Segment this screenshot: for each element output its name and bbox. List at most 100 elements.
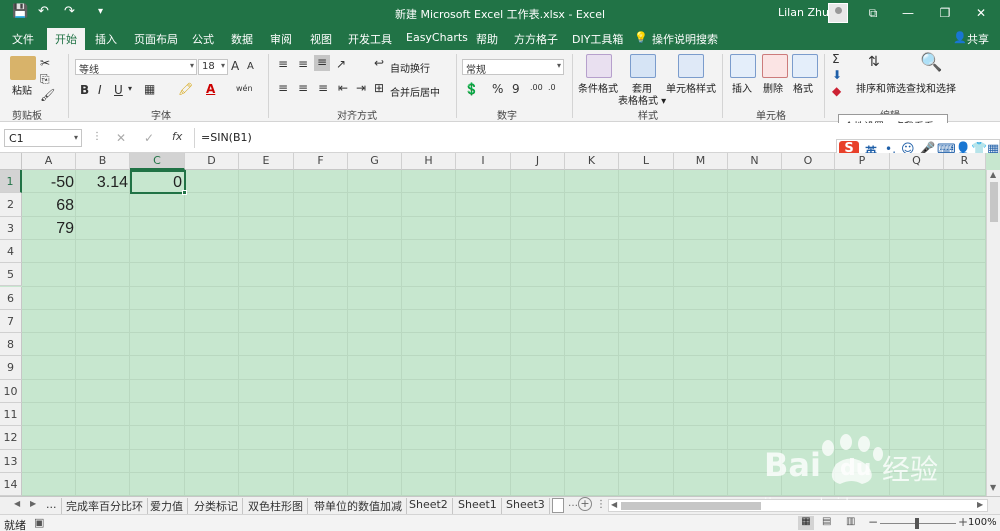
sheet-tab[interactable]: 完成率百分比环	[62, 498, 148, 514]
tab-formulas[interactable]: 公式	[192, 31, 214, 47]
merge-center-icon[interactable]: ⊞	[374, 81, 384, 95]
accounting-icon[interactable]: 💲	[464, 82, 479, 96]
page-break-view-icon[interactable]: ▥	[846, 516, 855, 527]
tab-fangfang[interactable]: 方方格子	[514, 31, 558, 47]
cell-a2[interactable]: 68	[22, 197, 74, 215]
row-header[interactable]: 7	[0, 309, 22, 334]
restore-button[interactable]: ❐	[934, 3, 956, 23]
find-select-icon[interactable]: 🔍	[920, 52, 942, 73]
conditional-format-icon[interactable]	[586, 54, 612, 78]
format-as-table-icon[interactable]	[630, 54, 656, 78]
tab-help[interactable]: 帮助	[476, 31, 498, 47]
column-header[interactable]: B	[76, 153, 130, 170]
row-header[interactable]: 8	[0, 333, 22, 357]
sort-filter-button[interactable]: 排序和筛选	[856, 80, 906, 95]
column-header[interactable]: P	[835, 153, 890, 170]
insert-cells-button[interactable]: 插入	[732, 80, 752, 95]
decrease-decimal-icon[interactable]: .0	[548, 83, 556, 92]
row-header[interactable]: 9	[0, 356, 22, 380]
page-layout-view-icon[interactable]: ▤	[822, 516, 831, 527]
new-sheet-icon[interactable]: +	[578, 497, 592, 511]
row-header[interactable]: 14	[0, 472, 22, 496]
tab-insert[interactable]: 插入	[95, 31, 117, 47]
column-header[interactable]: L	[619, 153, 674, 170]
wrap-text-icon[interactable]: ↩	[374, 56, 384, 70]
column-header[interactable]: H	[402, 153, 456, 170]
insert-cells-icon[interactable]	[730, 54, 756, 78]
column-header[interactable]: N	[728, 153, 782, 170]
borders-icon[interactable]: ▦	[144, 82, 155, 96]
user-name[interactable]: Lilan Zhu	[778, 6, 829, 19]
wrap-text-button[interactable]: 自动换行	[390, 60, 430, 75]
sheet-tab[interactable]: 爱力值	[146, 498, 188, 514]
sheet-tab[interactable]: 分类标记	[190, 498, 243, 514]
number-format-combo[interactable]: 常规 ▾	[462, 59, 564, 75]
align-right-icon[interactable]: ≡	[318, 81, 328, 95]
share-icon[interactable]: 👤	[953, 31, 967, 44]
row-header[interactable]: 10	[0, 379, 22, 403]
zoom-level[interactable]: 100%	[968, 517, 997, 528]
align-top-icon[interactable]: ≡	[278, 57, 288, 71]
column-header[interactable]: F	[294, 153, 348, 170]
tab-review[interactable]: 审阅	[270, 31, 292, 47]
font-name-combo[interactable]: 等线 ▾	[75, 59, 197, 75]
avatar[interactable]	[828, 3, 848, 23]
sheet-tab[interactable]: Sheet2	[405, 498, 453, 514]
column-header[interactable]: M	[674, 153, 728, 170]
paste-button[interactable]: 粘贴	[12, 82, 32, 97]
format-cells-button[interactable]: 格式	[793, 80, 813, 95]
row-header[interactable]: 6	[0, 286, 22, 310]
merge-center-button[interactable]: 合并后居中	[390, 84, 440, 99]
align-middle-icon[interactable]: ≡	[298, 57, 308, 71]
italic-button[interactable]: I	[98, 83, 102, 97]
font-color-icon[interactable]: A	[206, 82, 215, 96]
fill-handle[interactable]	[182, 190, 187, 195]
phonetic-icon[interactable]: wén	[236, 84, 253, 93]
tab-easycharts[interactable]: EasyCharts	[406, 31, 468, 44]
normal-view-icon[interactable]: ▦	[798, 516, 814, 530]
clear-icon[interactable]: ◆	[832, 84, 841, 98]
active-sheet-tab[interactable]	[552, 498, 564, 513]
tab-diy-toolbox[interactable]: DIY工具箱	[572, 31, 623, 47]
row-header[interactable]: 11	[0, 403, 22, 427]
fill-icon[interactable]: ⬇	[832, 68, 842, 82]
underline-button[interactable]: U	[114, 83, 123, 97]
cancel-entry-icon[interactable]: ✕	[116, 131, 126, 145]
zoom-out-icon[interactable]: −	[868, 515, 878, 529]
column-header[interactable]: I	[456, 153, 511, 170]
row-header[interactable]: 12	[0, 426, 22, 450]
sort-filter-icon[interactable]: ⇅	[868, 54, 880, 70]
select-all-corner[interactable]	[0, 153, 22, 170]
column-header[interactable]: E	[239, 153, 294, 170]
fill-color-icon[interactable]: 🖍	[178, 82, 193, 96]
vertical-scroll-thumb[interactable]	[990, 182, 998, 222]
tab-data[interactable]: 数据	[231, 31, 253, 47]
row-header[interactable]: 2	[0, 193, 22, 217]
column-header[interactable]: G	[348, 153, 402, 170]
cell-a3[interactable]: 79	[22, 220, 74, 238]
sheet-tab-more[interactable]: ...	[42, 498, 62, 514]
cell-styles-button[interactable]: 单元格样式	[666, 80, 716, 95]
formula-input[interactable]: =SIN(B1)	[201, 131, 252, 144]
format-painter-icon[interactable]: 🖌	[40, 88, 55, 102]
sheet-tab[interactable]: Sheet3	[502, 498, 550, 514]
align-center-icon[interactable]: ≡	[298, 81, 308, 95]
find-select-button[interactable]: 查找和选择	[906, 80, 956, 95]
confirm-entry-icon[interactable]: ✓	[144, 131, 154, 145]
delete-cells-button[interactable]: 删除	[763, 80, 783, 95]
font-size-combo[interactable]: 18 ▾	[198, 59, 228, 75]
minimize-button[interactable]: —	[897, 3, 919, 23]
macro-record-icon[interactable]: ▣	[34, 516, 44, 529]
orientation-icon[interactable]: ↗	[336, 57, 346, 71]
format-cells-icon[interactable]	[792, 54, 818, 78]
more-sheets-icon[interactable]: …	[568, 498, 578, 509]
tab-split-icon[interactable]: ⋮	[596, 499, 606, 510]
cell-styles-icon[interactable]	[678, 54, 704, 78]
increase-indent-icon[interactable]: ⇥	[356, 81, 366, 95]
cut-icon[interactable]: ✂	[40, 56, 50, 70]
zoom-slider-thumb[interactable]	[915, 518, 919, 529]
bold-button[interactable]: B	[80, 83, 89, 97]
tab-view[interactable]: 视图	[310, 31, 332, 47]
column-header[interactable]: Q	[890, 153, 944, 170]
sheet-tab[interactable]: 双色柱形图	[244, 498, 308, 514]
